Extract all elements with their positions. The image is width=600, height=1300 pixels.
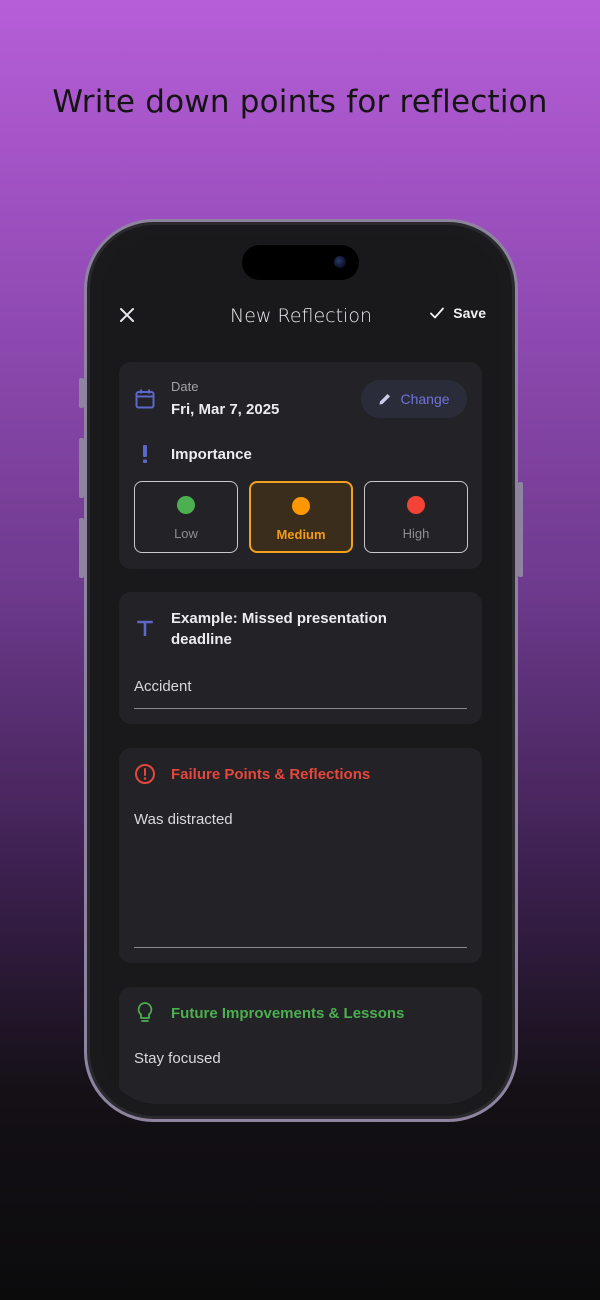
date-value: Fri, Mar 7, 2025 — [171, 401, 280, 418]
lightbulb-icon — [137, 1002, 153, 1022]
title-card: Example: Missed presentation deadline Ac… — [119, 592, 482, 724]
failure-title: Failure Points & Reflections — [171, 766, 371, 783]
date-importance-card: Date Fri, Mar 7, 2025 Change Importance … — [119, 362, 482, 569]
phone-screen: New Reflection Save Date Fri, Mar 7, 202… — [102, 236, 500, 1104]
check-icon — [430, 307, 445, 319]
phone-power-button — [518, 482, 523, 577]
importance-option-label: Low — [174, 526, 198, 541]
title-input-underline — [134, 708, 467, 709]
calendar-icon — [135, 389, 155, 409]
importance-option-label: Medium — [276, 527, 326, 542]
low-dot-icon — [177, 496, 195, 514]
text-format-icon — [137, 620, 153, 636]
exclamation-icon — [143, 445, 147, 463]
title-placeholder: Example: Missed presentation deadline — [171, 610, 387, 648]
importance-option-medium[interactable]: Medium — [249, 481, 353, 553]
change-date-button[interactable]: Change — [361, 380, 467, 418]
failure-card: Failure Points & Reflections Was distrac… — [119, 748, 482, 963]
headline: Write down points for reflection — [52, 84, 548, 120]
title-input[interactable]: Accident — [134, 678, 192, 695]
importance-option-label: High — [402, 526, 430, 541]
improvements-card: Future Improvements & Lessons Stay focus… — [119, 987, 482, 1104]
improvements-title: Future Improvements & Lessons — [171, 1005, 405, 1022]
save-button[interactable]: Save — [429, 305, 486, 321]
change-label: Change — [400, 391, 450, 407]
high-dot-icon — [407, 496, 425, 514]
importance-option-low[interactable]: Low — [134, 481, 238, 553]
failure-input-underline — [134, 947, 467, 948]
camera-icon — [334, 256, 346, 268]
importance-label: Importance — [171, 446, 252, 463]
date-label: Date — [171, 379, 199, 394]
nav-bar: New Reflection Save — [102, 300, 500, 334]
failure-input[interactable]: Was distracted — [134, 811, 233, 828]
improvements-input[interactable]: Stay focused — [134, 1050, 221, 1067]
medium-dot-icon — [292, 497, 310, 515]
save-label: Save — [453, 305, 486, 321]
importance-option-high[interactable]: High — [364, 481, 468, 553]
pencil-icon — [379, 394, 391, 405]
dynamic-island — [242, 245, 359, 280]
alert-circle-icon — [135, 764, 155, 784]
